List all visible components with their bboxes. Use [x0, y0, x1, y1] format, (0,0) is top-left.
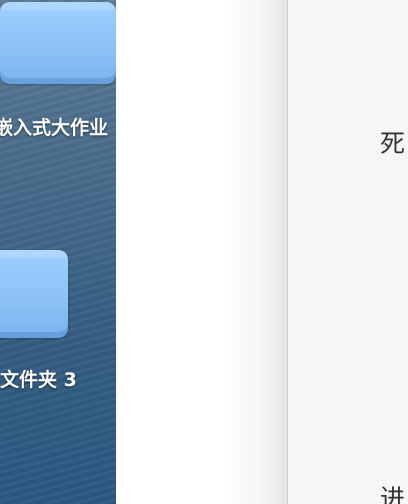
desktop: 嵌入式大作业 文件夹 3: [0, 0, 116, 504]
folder-icon[interactable]: [0, 2, 116, 84]
document-area: [288, 0, 408, 504]
screen: 嵌入式大作业 文件夹 3 死 进: [0, 0, 408, 504]
document-text: 进: [380, 484, 406, 504]
folder-icon[interactable]: [0, 250, 68, 338]
document-text: 死: [380, 129, 406, 158]
desktop-folder-label[interactable]: 嵌入式大作业: [0, 119, 108, 138]
desktop-folder-label[interactable]: 文件夹 3: [0, 371, 77, 390]
panel-shadow: [226, 0, 288, 504]
